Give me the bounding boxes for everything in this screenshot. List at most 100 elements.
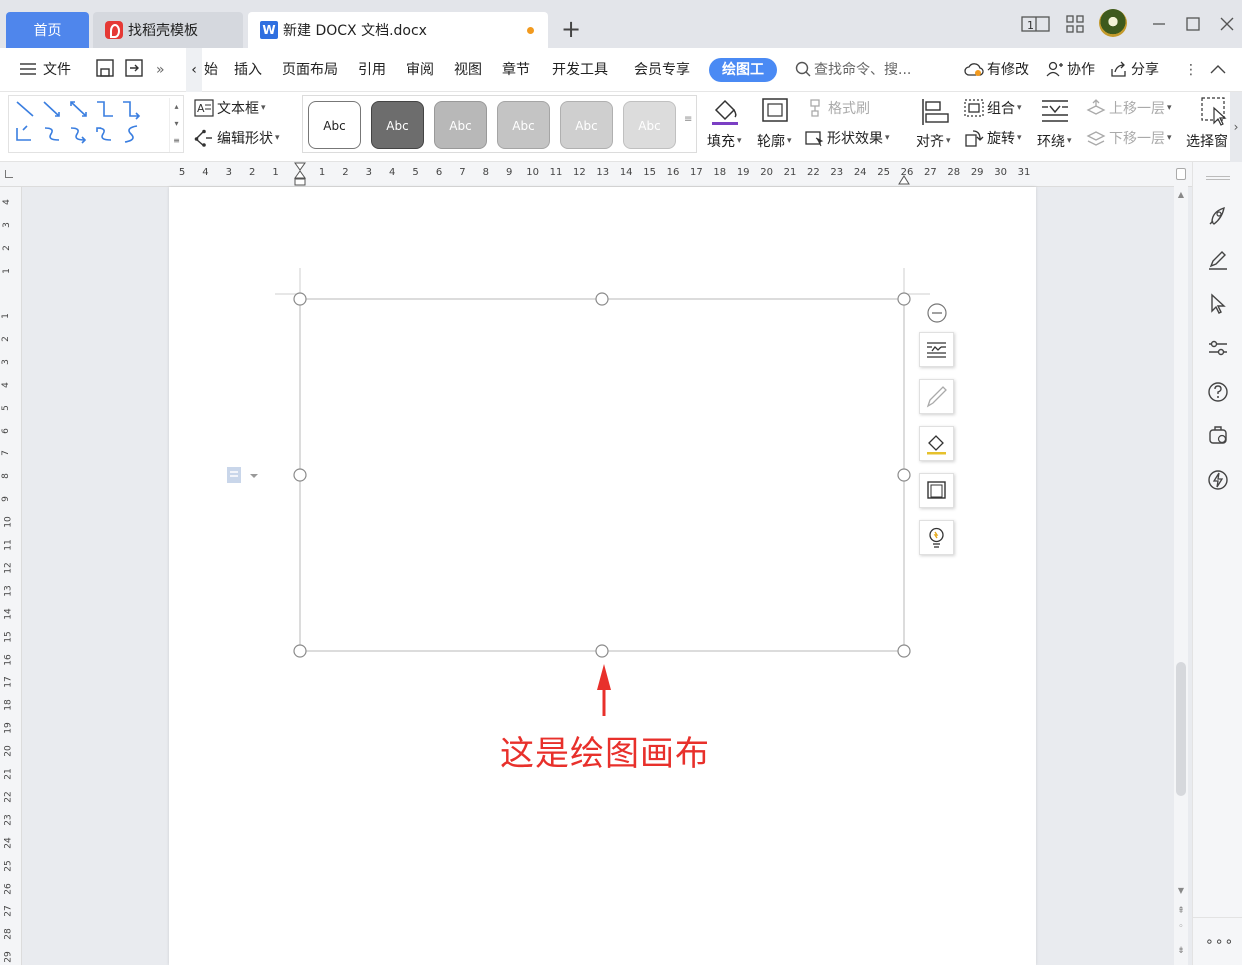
tab-home[interactable]: 首页 bbox=[6, 12, 89, 48]
unsaved-dot-icon bbox=[527, 27, 534, 34]
outline-tool[interactable] bbox=[919, 473, 954, 508]
more-quick-access-icon[interactable]: » bbox=[156, 48, 165, 92]
fill-button[interactable]: 填充 bbox=[707, 131, 742, 151]
menu-references[interactable]: 引用 bbox=[358, 48, 386, 92]
ruler-tick-label: 23 bbox=[830, 167, 844, 178]
style-preset-3[interactable]: Abc bbox=[434, 101, 487, 149]
menu-view[interactable]: 视图 bbox=[454, 48, 482, 92]
format-painter-label: 格式刷 bbox=[828, 101, 870, 117]
maximize-button[interactable] bbox=[1182, 10, 1204, 38]
smart-suggest-tool[interactable] bbox=[919, 520, 954, 555]
rotate-button[interactable]: 旋转 bbox=[964, 128, 1022, 148]
save-button[interactable] bbox=[95, 48, 115, 92]
menu-drawing-tools[interactable]: 绘图工具 bbox=[709, 58, 777, 82]
command-search[interactable]: 查找命令、搜... bbox=[795, 48, 911, 92]
fill-bucket-icon bbox=[927, 435, 946, 455]
bring-forward-button[interactable]: 上移一层 bbox=[1086, 98, 1172, 118]
minimize-button[interactable] bbox=[1148, 10, 1170, 38]
close-button[interactable] bbox=[1216, 10, 1238, 38]
vertical-ruler[interactable]: 4 3 2 1 1 2 3 4 5 6 7 8 9 10 11 12 13 14 15 16 17 18 19 20 21 22 2… bbox=[0, 187, 22, 965]
align-icon-button[interactable] bbox=[920, 97, 950, 127]
collapse-ribbon-button[interactable] bbox=[1210, 48, 1226, 92]
tab-document[interactable]: W 新建 DOCX 文档.docx bbox=[248, 12, 548, 48]
export-button[interactable] bbox=[124, 48, 144, 92]
style-preset-5[interactable]: Abc bbox=[560, 101, 613, 149]
fill-tool[interactable] bbox=[919, 426, 954, 461]
tab-daoke-templates[interactable]: 找稻壳模板 bbox=[93, 12, 243, 48]
document-page[interactable] bbox=[169, 187, 1036, 965]
menu-member[interactable]: 会员专享 bbox=[634, 48, 690, 92]
send-backward-button[interactable]: 下移一层 bbox=[1086, 128, 1172, 148]
style-preset-1[interactable]: Abc bbox=[308, 101, 361, 149]
menu-developer[interactable]: 开发工具 bbox=[552, 48, 608, 92]
scroll-up-icon[interactable]: ▲ bbox=[1174, 190, 1188, 199]
svg-text:A: A bbox=[197, 102, 205, 115]
style-preset-6[interactable]: Abc bbox=[623, 101, 676, 149]
draw-tool[interactable] bbox=[919, 379, 954, 414]
indent-marker-icon[interactable] bbox=[294, 162, 306, 186]
ruler-tick-label: 3 bbox=[365, 167, 372, 178]
select-pane-icon-button[interactable] bbox=[1200, 96, 1228, 126]
menu-page-layout[interactable]: 页面布局 bbox=[282, 48, 338, 92]
menu-section[interactable]: 章节 bbox=[502, 48, 530, 92]
scrollbar-thumb[interactable] bbox=[1176, 662, 1186, 796]
fill-icon-button[interactable] bbox=[710, 96, 740, 126]
user-avatar[interactable] bbox=[1099, 9, 1127, 37]
select-browse-object-icon[interactable]: ◦ bbox=[1174, 922, 1188, 932]
shape-effect-button[interactable]: 形状效果 bbox=[804, 128, 890, 148]
rocket-icon[interactable] bbox=[1206, 204, 1230, 228]
gallery-scroll-icon[interactable]: ▴ ▾ ≡ bbox=[169, 98, 183, 152]
collapse-toolbar-button[interactable] bbox=[926, 302, 948, 324]
prev-page-icon[interactable]: ⇞ bbox=[1174, 906, 1188, 916]
apps-grid-button[interactable] bbox=[1064, 10, 1086, 38]
lightning-icon[interactable] bbox=[1206, 468, 1230, 492]
wrap-button[interactable]: 环绕 bbox=[1037, 131, 1072, 151]
textbox-button[interactable]: A 文本框 bbox=[194, 98, 266, 118]
layout-toggle-button[interactable]: 1 bbox=[1020, 10, 1052, 38]
format-painter-button[interactable]: 格式刷 bbox=[806, 98, 870, 118]
modified-button[interactable]: 有修改 bbox=[964, 48, 1029, 92]
outline-icon-button[interactable] bbox=[760, 96, 790, 126]
canvas-annotation: 这是绘图画布 bbox=[500, 734, 710, 774]
split-view-icon[interactable] bbox=[1176, 168, 1186, 180]
ruler-tick-label: 4 bbox=[0, 381, 11, 388]
sliders-icon[interactable] bbox=[1206, 336, 1230, 360]
style-preset-2[interactable]: Abc bbox=[371, 101, 424, 149]
new-tab-button[interactable]: + bbox=[560, 14, 582, 44]
vertical-scrollbar[interactable]: ▲ ▼ ⇞ ◦ ⇟ bbox=[1174, 162, 1188, 965]
send-backward-icon bbox=[1086, 131, 1106, 146]
select-pane-button[interactable]: 选择窗 bbox=[1186, 131, 1228, 151]
shape-styles-gallery[interactable]: Abc Abc Abc Abc Abc Abc ≡ bbox=[302, 95, 697, 153]
ruler-tick-label: 13 bbox=[596, 167, 610, 178]
ruler-tick-label: 2 bbox=[1, 245, 12, 251]
menu-insert[interactable]: 插入 bbox=[234, 48, 262, 92]
ribbon-scroll-right-icon[interactable]: › bbox=[1230, 92, 1242, 162]
pen-icon[interactable] bbox=[1206, 248, 1230, 272]
share-button[interactable]: 分享 bbox=[1110, 48, 1159, 92]
next-page-icon[interactable]: ⇟ bbox=[1174, 946, 1188, 956]
edit-shape-button[interactable]: 编辑形状 bbox=[194, 128, 280, 148]
outline-button[interactable]: 轮廓 bbox=[757, 131, 792, 151]
ruler-tick-label: 17 bbox=[3, 676, 14, 689]
more-options-icon[interactable]: ⋮ bbox=[1184, 48, 1198, 92]
menu-start[interactable]: 始 bbox=[204, 48, 218, 92]
scroll-tabs-left-icon[interactable]: ‹ bbox=[186, 48, 202, 92]
line-shapes-gallery[interactable]: ▴ ▾ ≡ bbox=[8, 95, 184, 153]
right-indent-marker-icon[interactable] bbox=[898, 162, 910, 186]
wrap-icon-button[interactable] bbox=[1040, 98, 1070, 124]
group-button[interactable]: 组合 bbox=[964, 98, 1022, 118]
cursor-icon[interactable] bbox=[1206, 292, 1230, 316]
file-menu[interactable]: 文件 bbox=[20, 48, 71, 92]
styles-more-icon[interactable]: ≡ bbox=[684, 114, 692, 125]
scroll-down-icon[interactable]: ▼ bbox=[1174, 886, 1188, 895]
collaborate-button[interactable]: 协作 bbox=[1046, 48, 1095, 92]
layout-wrap-tool[interactable] bbox=[919, 332, 954, 367]
menu-review[interactable]: 审阅 bbox=[406, 48, 434, 92]
horizontal-ruler[interactable]: 5 4 3 2 1 1 2 3 4 5 6 7 8 9 10 11 12 13 14 15 16 17 18 19 20 21 22… bbox=[0, 162, 1196, 187]
tab-stop-selector-icon[interactable] bbox=[5, 170, 13, 178]
help-icon[interactable] bbox=[1206, 380, 1230, 404]
backup-cloud-icon[interactable] bbox=[1206, 424, 1230, 448]
more-panels-icon[interactable]: ∘∘∘ bbox=[1205, 934, 1234, 950]
style-preset-4[interactable]: Abc bbox=[497, 101, 550, 149]
align-button[interactable]: 对齐 bbox=[916, 131, 951, 151]
